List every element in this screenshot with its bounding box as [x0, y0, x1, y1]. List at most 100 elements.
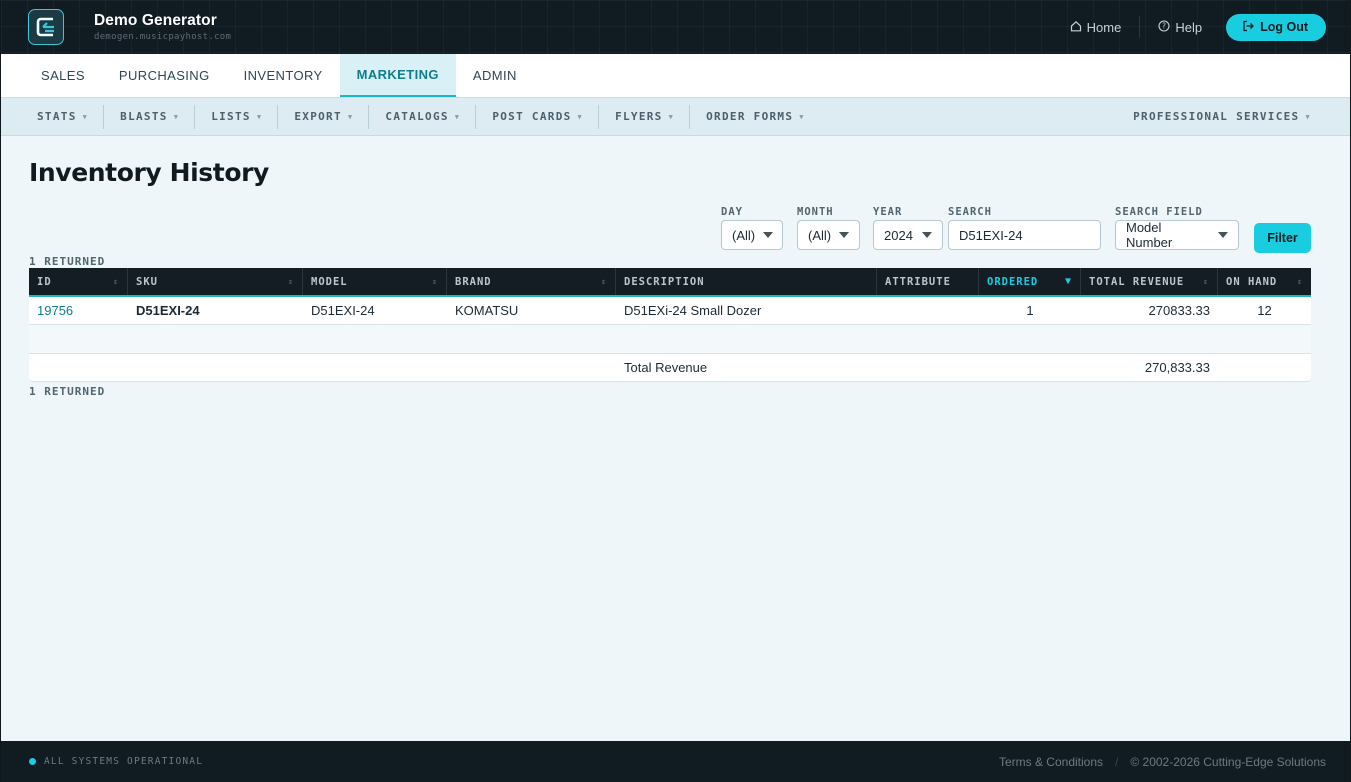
cell-ordered: 1	[1026, 303, 1034, 318]
status-dot-icon	[29, 758, 36, 765]
day-label: DAY	[721, 206, 743, 218]
year-select[interactable]: 2024	[873, 220, 943, 250]
sort-icon: ⇕	[601, 277, 607, 286]
search-filter: SEARCH D51EXI-24	[948, 206, 1101, 250]
subnav-professional-services[interactable]: PROFESSIONAL SERVICES ▼	[1117, 105, 1326, 129]
header-divider	[1139, 16, 1141, 38]
top-header: Demo Generator demogen.musicpayhost.com …	[1, 0, 1350, 54]
subnav-label: BLASTS	[120, 110, 168, 123]
app-title: Demo Generator	[94, 12, 217, 29]
filter-button[interactable]: Filter	[1254, 223, 1311, 253]
chevron-down-icon: ▼	[454, 112, 461, 121]
returned-count-bottom: 1 RETURNED	[29, 385, 106, 398]
app-subtitle: demogen.musicpayhost.com	[94, 32, 232, 42]
subnav-label: EXPORT	[294, 110, 342, 123]
dropdown-arrow-icon	[763, 232, 774, 238]
logout-label: Log Out	[1260, 20, 1308, 34]
system-status: ALL SYSTEMS OPERATIONAL	[44, 756, 204, 767]
column-label: DESCRIPTION	[624, 275, 705, 288]
subnav-label: LISTS	[211, 110, 251, 123]
logout-button[interactable]: Log Out	[1226, 13, 1326, 41]
sub-nav: STATS ▼ BLASTS ▼ LISTS ▼ EXPORT ▼ CATALOGS ▼ …	[1, 98, 1350, 136]
footer-divider: /	[1115, 754, 1119, 769]
day-select[interactable]: (All)	[721, 220, 783, 250]
main-nav: SALES PURCHASING INVENTORY MARKETING ADM…	[1, 54, 1350, 98]
search-field-filter: SEARCH FIELD Model Number	[1115, 206, 1239, 250]
month-filter: MONTH (All)	[797, 206, 860, 250]
sort-icon: ⇕	[1297, 277, 1303, 286]
logout-icon	[1242, 20, 1255, 35]
cell-brand: KOMATSU	[455, 303, 519, 318]
subnav-flyers[interactable]: FLYERS ▼	[599, 104, 691, 129]
total-revenue-label: Total Revenue	[624, 360, 708, 375]
subnav-export[interactable]: EXPORT ▼	[278, 104, 370, 129]
cell-id-link[interactable]: 19756	[29, 303, 128, 318]
tab-admin[interactable]: ADMIN	[456, 54, 534, 97]
column-label: ON HAND	[1226, 275, 1278, 288]
column-label: ATTRIBUTE	[885, 275, 951, 288]
year-filter: YEAR 2024	[873, 206, 943, 250]
brand-block: Demo Generator demogen.musicpayhost.com	[94, 12, 231, 42]
subnav-blasts[interactable]: BLASTS ▼	[104, 104, 196, 129]
subnav-lists[interactable]: LISTS ▼	[195, 104, 279, 129]
terms-link[interactable]: Terms & Conditions	[999, 755, 1103, 769]
sort-desc-icon: ▼	[1064, 276, 1072, 287]
dropdown-arrow-icon	[922, 232, 932, 238]
sort-icon: ⇕	[288, 277, 294, 286]
chevron-down-icon: ▼	[799, 112, 805, 121]
sort-icon: ⇕	[113, 277, 119, 286]
subnav-stats[interactable]: STATS ▼	[21, 104, 105, 129]
main-content: Inventory History 1 RETURNED DAY (All) M…	[1, 136, 1350, 398]
search-field-select[interactable]: Model Number	[1115, 220, 1239, 250]
subnav-order-forms[interactable]: ORDER FORMS ▼	[690, 105, 820, 129]
month-select[interactable]: (All)	[797, 220, 860, 250]
column-label: SKU	[136, 275, 158, 288]
subnav-label: PROFESSIONAL SERVICES	[1133, 110, 1300, 123]
subnav-post-cards[interactable]: POST CARDS ▼	[476, 104, 600, 129]
inventory-history-table: ID ⇕ SKU ⇕ MODEL ⇕ BRAND ⇕ DESCRIPTION ATTRI…	[29, 268, 1311, 382]
filter-bar: 1 RETURNED DAY (All) MONTH (All) YEAR 20…	[29, 206, 1311, 268]
column-header-on-hand[interactable]: ON HAND ⇕	[1218, 268, 1311, 295]
column-header-total-revenue[interactable]: TOTAL REVENUE ⇕	[1081, 268, 1218, 295]
column-label: BRAND	[455, 275, 492, 288]
tab-sales[interactable]: SALES	[24, 54, 102, 97]
subnav-label: STATS	[37, 110, 77, 123]
month-label: MONTH	[797, 206, 834, 218]
subnav-label: FLYERS	[615, 110, 663, 123]
table-row: 19756 D51EXI-24 D51EXI-24 KOMATSU D51EXi…	[29, 297, 1311, 325]
returned-count-top: 1 RETURNED	[29, 255, 106, 268]
search-input[interactable]: D51EXI-24	[948, 220, 1101, 250]
page-title: Inventory History	[29, 158, 269, 187]
tab-marketing[interactable]: MARKETING	[339, 54, 456, 97]
home-label: Home	[1086, 19, 1122, 35]
column-header-ordered[interactable]: ORDERED ▼	[979, 268, 1081, 295]
footer: ALL SYSTEMS OPERATIONAL Terms & Conditio…	[1, 741, 1350, 782]
column-header-model[interactable]: MODEL ⇕	[303, 268, 447, 295]
sort-icon: ⇕	[1203, 277, 1209, 286]
cell-description: D51EXi-24 Small Dozer	[624, 303, 762, 318]
search-field-value: Model Number	[1126, 220, 1173, 250]
column-header-brand[interactable]: BRAND ⇕	[447, 268, 616, 295]
column-label: TOTAL REVENUE	[1089, 275, 1185, 288]
dropdown-arrow-icon	[839, 232, 850, 238]
column-header-sku[interactable]: SKU ⇕	[128, 268, 303, 295]
column-header-description[interactable]: DESCRIPTION	[616, 268, 877, 295]
subnav-catalogs[interactable]: CATALOGS ▼	[369, 104, 477, 129]
help-icon: ?	[1158, 19, 1170, 35]
cell-sku: D51EXI-24	[136, 303, 200, 318]
dropdown-arrow-icon	[1218, 232, 1228, 238]
year-label: YEAR	[873, 206, 903, 218]
help-link[interactable]: ? Help	[1158, 20, 1202, 35]
tab-purchasing[interactable]: PURCHASING	[102, 54, 227, 97]
column-header-attribute[interactable]: ATTRIBUTE	[877, 268, 979, 295]
app-logo-icon[interactable]	[28, 9, 64, 45]
copyright: © 2002-2026 Cutting-Edge Solutions	[1130, 754, 1326, 769]
total-revenue-value: 270,833.33	[1144, 360, 1210, 375]
home-link[interactable]: Home	[1070, 19, 1122, 35]
tab-inventory[interactable]: INVENTORY	[227, 54, 340, 97]
year-value: 2024	[884, 227, 913, 243]
chevron-down-icon: ▼	[1305, 112, 1311, 121]
column-header-id[interactable]: ID ⇕	[29, 268, 128, 295]
column-label: ID	[37, 275, 52, 288]
sort-icon: ⇕	[432, 277, 438, 286]
